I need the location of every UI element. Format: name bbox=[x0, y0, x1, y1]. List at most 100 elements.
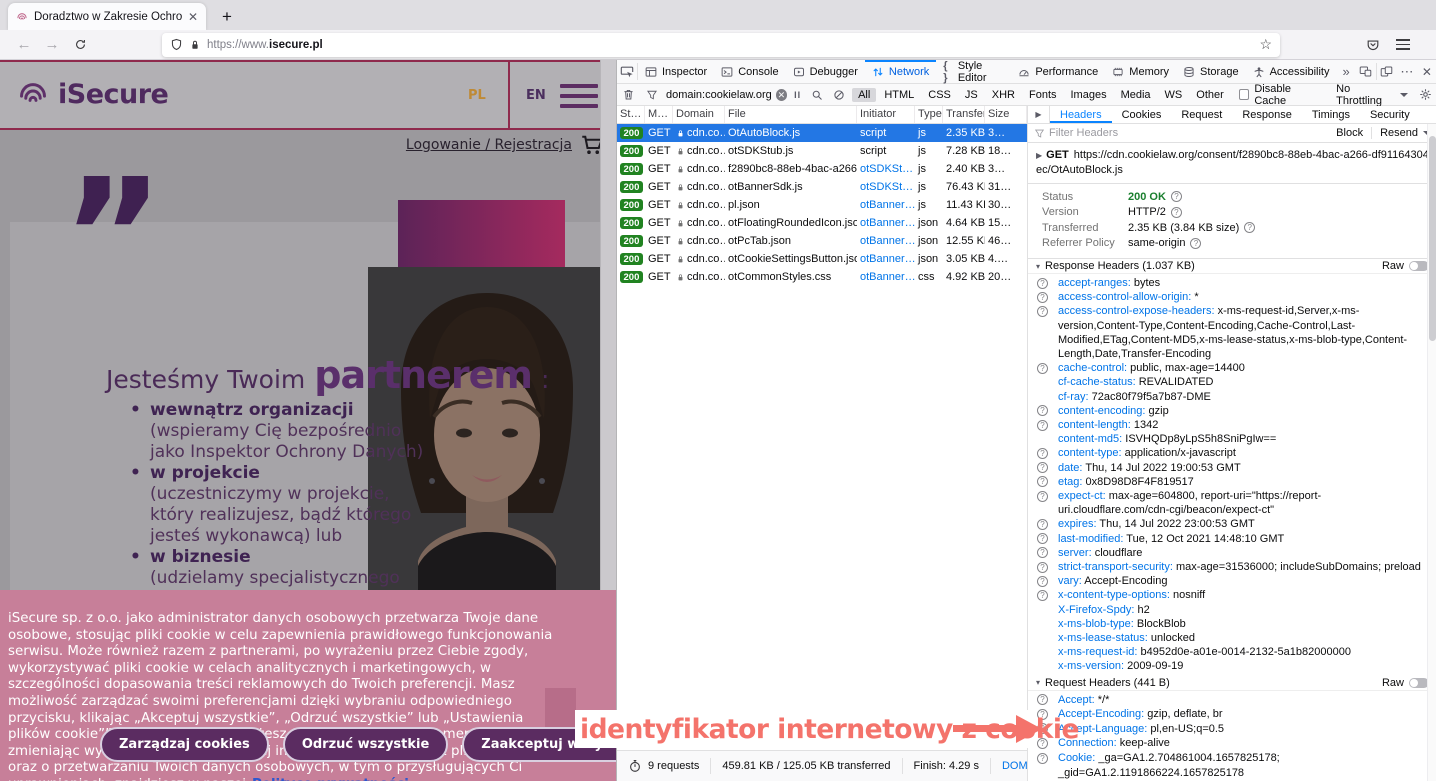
header-row[interactable]: ? x-ms-blob-type: BlockBlob bbox=[1028, 617, 1436, 631]
help-icon[interactable]: ? bbox=[1037, 547, 1048, 558]
lang-pl-button[interactable]: PL bbox=[468, 88, 486, 103]
type-filter-button[interactable]: CSS bbox=[922, 88, 957, 102]
reload-icon[interactable] bbox=[66, 33, 94, 57]
request-row[interactable]: 200 GET cdn.co… otSDKStub.js script js 7… bbox=[617, 142, 1027, 160]
resend-button[interactable]: Resend bbox=[1380, 127, 1431, 139]
browser-menu-icon[interactable] bbox=[1396, 39, 1410, 50]
header-row[interactable]: ? expires: Thu, 14 Jul 2022 23:00:53 GMT bbox=[1028, 517, 1436, 531]
header-row[interactable]: ? content-md5: ISVHQDp8yLpS5h8SniPgIw== bbox=[1028, 432, 1436, 446]
type-filter-button[interactable]: HTML bbox=[878, 88, 920, 102]
header-row[interactable]: ? access-control-expose-headers: x-ms-re… bbox=[1028, 304, 1436, 361]
header-row[interactable]: ? x-content-type-options: nosniff bbox=[1028, 588, 1436, 602]
detail-tab[interactable]: Headers bbox=[1050, 106, 1112, 123]
pause-traffic-icon[interactable]: II bbox=[789, 90, 806, 100]
detail-tab[interactable]: Response bbox=[1232, 106, 1302, 123]
help-icon[interactable]: ? bbox=[1171, 207, 1182, 218]
header-row[interactable]: ? cf-cache-status: REVALIDATED bbox=[1028, 375, 1436, 389]
header-row[interactable]: ? content-encoding: gzip bbox=[1028, 404, 1436, 418]
pocket-icon[interactable] bbox=[1366, 38, 1380, 52]
tab-performance[interactable]: Performance bbox=[1011, 60, 1105, 83]
block-requests-icon[interactable] bbox=[828, 84, 850, 105]
disable-cache-checkbox[interactable] bbox=[1239, 89, 1250, 100]
stopwatch-icon[interactable] bbox=[628, 759, 642, 773]
type-filter-button[interactable]: Images bbox=[1065, 88, 1113, 102]
header-row[interactable]: ? vary: Accept-Encoding bbox=[1028, 574, 1436, 588]
request-url-line[interactable]: ▶GEThttps://cdn.cookielaw.org/consent/f2… bbox=[1028, 143, 1436, 184]
header-row[interactable]: ? x-ms-request-id: b4952d0e-a01e-0014-21… bbox=[1028, 645, 1436, 659]
help-icon[interactable]: ? bbox=[1037, 533, 1048, 544]
header-row[interactable]: ? Accept-Language: pl,en-US;q=0.5 bbox=[1028, 722, 1436, 737]
type-filter-button[interactable]: WS bbox=[1159, 88, 1189, 102]
browser-tab[interactable]: Doradztwo w Zakresie Ochrony Dany ✕ bbox=[8, 3, 206, 30]
forward-icon[interactable]: → bbox=[38, 33, 66, 57]
help-icon[interactable]: ? bbox=[1037, 562, 1048, 573]
header-row[interactable]: ? cache-control: public, max-age=14400 bbox=[1028, 361, 1436, 375]
tab-storage[interactable]: Storage bbox=[1176, 60, 1246, 83]
header-row[interactable]: ? Accept-Encoding: gzip, deflate, br bbox=[1028, 707, 1436, 722]
lang-en-button[interactable]: EN bbox=[526, 88, 546, 103]
help-icon[interactable]: ? bbox=[1037, 306, 1048, 317]
col-transferred[interactable]: Transferred bbox=[943, 106, 985, 123]
header-row[interactable]: ? X-Firefox-Spdy: h2 bbox=[1028, 603, 1436, 617]
col-domain[interactable]: Domain bbox=[673, 106, 725, 123]
raw-toggle[interactable] bbox=[1409, 678, 1429, 688]
request-row[interactable]: 200 GET cdn.co… OtAutoBlock.js script js… bbox=[617, 124, 1027, 142]
cookie-consent-button[interactable]: Zarządzaj cookies bbox=[100, 727, 269, 762]
request-row[interactable]: 200 GET cdn.co… otPcTab.json otBanner… j… bbox=[617, 232, 1027, 250]
type-filter-button[interactable]: XHR bbox=[986, 88, 1021, 102]
type-filter-button[interactable]: JS bbox=[959, 88, 984, 102]
tab-inspector[interactable]: Inspector bbox=[638, 60, 714, 83]
more-tabs-button[interactable]: » bbox=[1336, 60, 1355, 83]
new-tab-button[interactable]: + bbox=[214, 4, 240, 30]
cookie-consent-button[interactable]: Odrzuć wszystkie bbox=[283, 727, 448, 762]
col-status[interactable]: St… bbox=[617, 106, 645, 123]
help-icon[interactable]: ? bbox=[1037, 694, 1048, 705]
request-row[interactable]: 200 GET cdn.co… f2890bc8-88eb-4bac-a266-… bbox=[617, 160, 1027, 178]
detail-tab[interactable]: Request bbox=[1171, 106, 1232, 123]
help-icon[interactable]: ? bbox=[1190, 238, 1201, 249]
header-row[interactable]: ? date: Thu, 14 Jul 2022 19:00:53 GMT bbox=[1028, 461, 1436, 475]
header-row[interactable]: ? accept-ranges: bytes bbox=[1028, 276, 1436, 290]
response-headers-section[interactable]: ▾ Response Headers (1.037 KB) Raw bbox=[1028, 259, 1436, 274]
throttling-select[interactable]: No Throttling bbox=[1336, 83, 1408, 107]
type-filter-button[interactable]: Other bbox=[1190, 88, 1230, 102]
request-headers-section[interactable]: ▾ Request Headers (441 B) Raw bbox=[1028, 676, 1436, 691]
help-icon[interactable]: ? bbox=[1037, 405, 1048, 416]
header-row[interactable]: ? cf-ray: 72ac80f79f5a7b87-DME bbox=[1028, 390, 1436, 404]
help-icon[interactable]: ? bbox=[1037, 448, 1048, 459]
header-row[interactable]: ? last-modified: Tue, 12 Oct 2021 14:48:… bbox=[1028, 532, 1436, 546]
detail-tab[interactable]: Timings bbox=[1302, 106, 1360, 123]
tab-memory[interactable]: Memory bbox=[1105, 60, 1176, 83]
expand-triangle-icon[interactable]: ▶ bbox=[1036, 151, 1042, 160]
header-row[interactable]: ? etag: 0x8D98D8F4F819517 bbox=[1028, 475, 1436, 489]
type-filter-button[interactable]: All bbox=[852, 88, 876, 102]
close-devtools-icon[interactable]: ✕ bbox=[1417, 60, 1436, 83]
header-row[interactable]: ? expect-ct: max-age=604800, report-uri=… bbox=[1028, 489, 1436, 517]
help-icon[interactable]: ? bbox=[1037, 491, 1048, 502]
block-url-button[interactable]: Block bbox=[1336, 127, 1363, 139]
clear-filter-icon[interactable]: ✕ bbox=[776, 89, 787, 101]
header-row[interactable]: ? Cookie: _ga=GA1.2.704861004.1657825178… bbox=[1028, 751, 1436, 780]
help-icon[interactable]: ? bbox=[1037, 462, 1048, 473]
col-type[interactable]: Type bbox=[915, 106, 943, 123]
filter-headers-input[interactable]: Filter Headers bbox=[1049, 127, 1332, 139]
help-icon[interactable]: ? bbox=[1171, 191, 1182, 202]
col-size[interactable]: Size bbox=[985, 106, 1027, 123]
header-row[interactable]: ? Accept: */* bbox=[1028, 693, 1436, 708]
help-icon[interactable]: ? bbox=[1037, 519, 1048, 530]
request-row[interactable]: 200 GET cdn.co… otBannerSdk.js otSDKSt… … bbox=[617, 178, 1027, 196]
tab-style-editor[interactable]: { }Style Editor bbox=[936, 60, 1011, 83]
request-row[interactable]: 200 GET cdn.co… otCookieSettingsButton.j… bbox=[617, 250, 1027, 268]
help-icon[interactable]: ? bbox=[1037, 576, 1048, 587]
header-row[interactable]: ? content-length: 1342 bbox=[1028, 418, 1436, 432]
url-bar[interactable]: https://www.isecure.pl ☆ bbox=[162, 33, 1280, 57]
col-file[interactable]: File bbox=[725, 106, 857, 123]
type-filter-button[interactable]: Fonts bbox=[1023, 88, 1063, 102]
raw-toggle[interactable] bbox=[1409, 261, 1429, 271]
shield-icon[interactable] bbox=[170, 38, 183, 51]
login-link[interactable]: Logowanie / Rejestracja bbox=[406, 137, 572, 153]
clear-requests-icon[interactable] bbox=[617, 84, 640, 105]
detail-scrollbar[interactable] bbox=[1427, 124, 1436, 781]
meatball-menu-icon[interactable]: ⋯ bbox=[1397, 60, 1417, 83]
request-row[interactable]: 200 GET cdn.co… pl.json otBanner… js 11.… bbox=[617, 196, 1027, 214]
